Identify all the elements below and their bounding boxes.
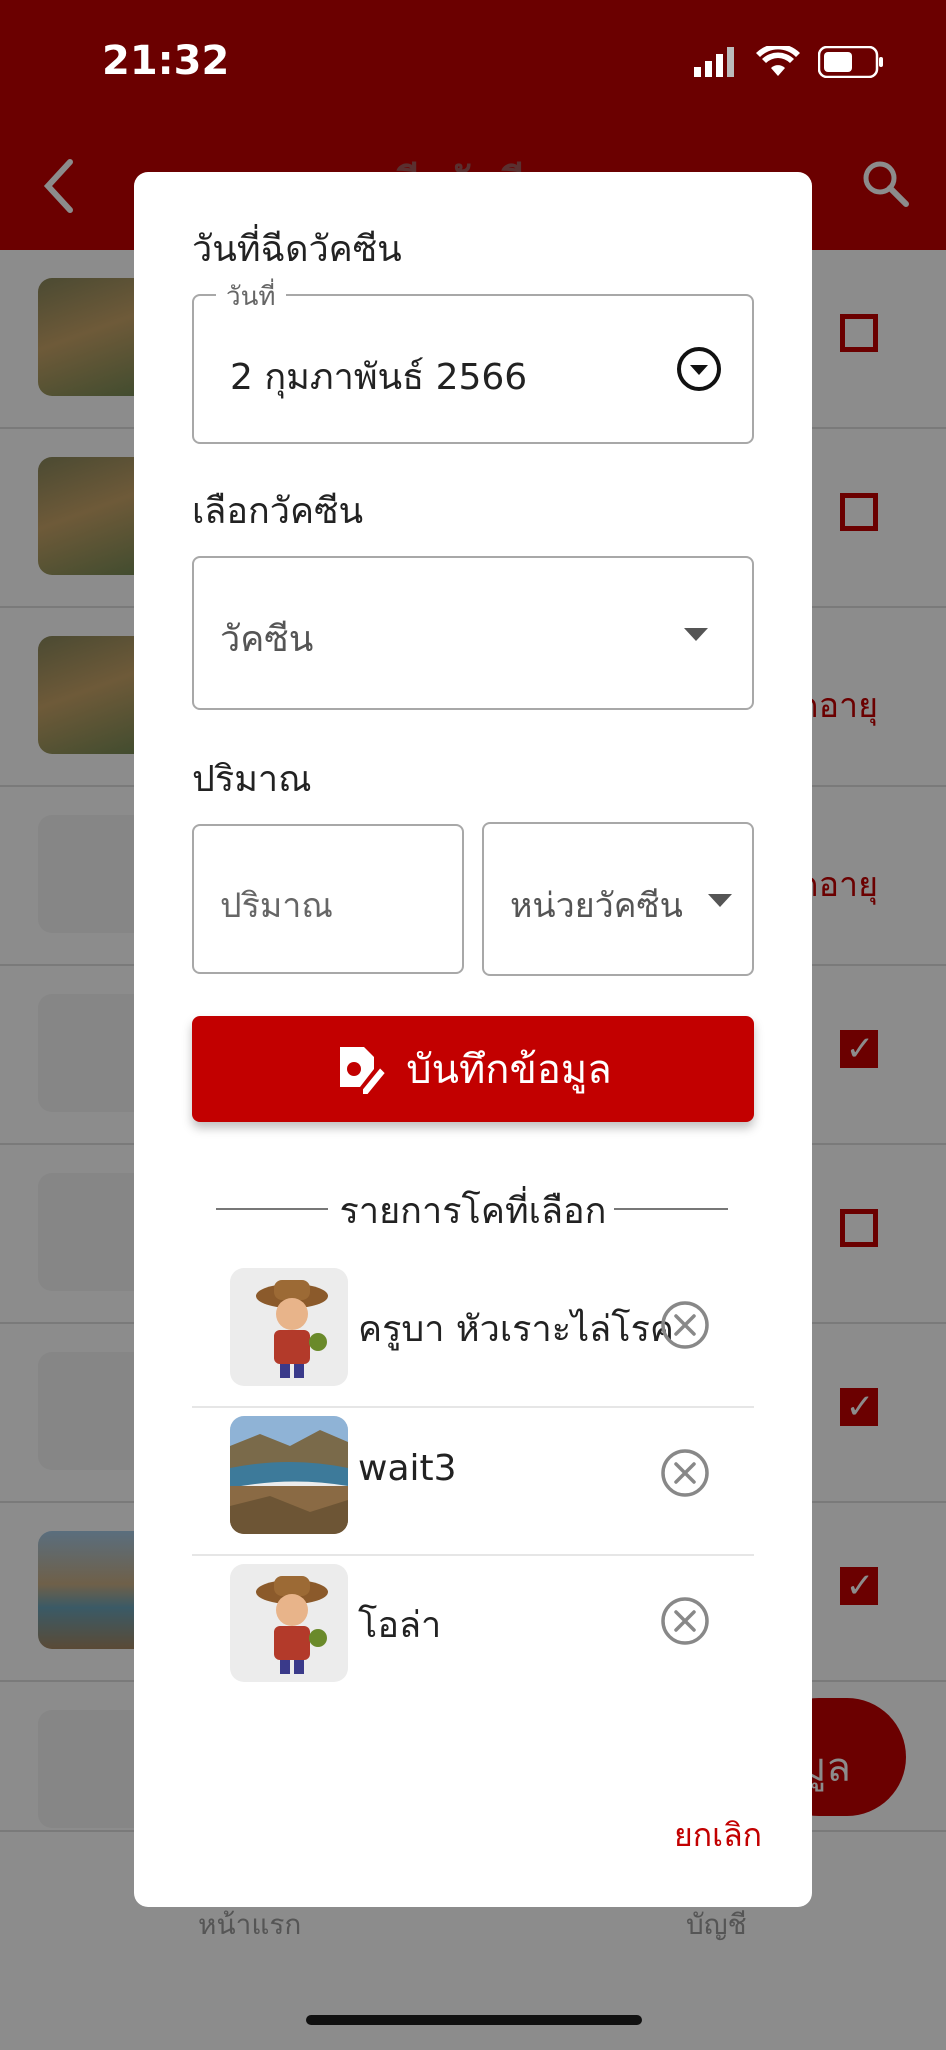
remove-circle-icon[interactable]	[660, 1448, 710, 1498]
date-field[interactable]: วันที่ 2 กุมภาพันธ์ 2566	[192, 276, 754, 444]
date-field-legend: วันที่	[216, 276, 286, 317]
dropdown-caret-icon	[708, 894, 732, 907]
selected-cow-name: ครูบา หัวเราะไล่โรค	[358, 1309, 674, 1350]
home-indicator	[306, 2015, 642, 2025]
mascot-thumbnail	[230, 1564, 348, 1682]
wifi-icon	[756, 46, 800, 76]
nav-account[interactable]: บัญชี	[686, 1903, 747, 1947]
save-button[interactable]: บันทึกข้อมูล	[192, 1016, 754, 1122]
date-section-label: วันที่ฉีดวัคซีน	[192, 229, 402, 270]
selected-cow-item: โอล่า	[192, 1554, 754, 1702]
farmer-mascot-icon	[256, 1280, 328, 1378]
chevron-down-circle-icon[interactable]	[676, 346, 722, 392]
vaccine-placeholder: วัคซีน	[220, 619, 314, 660]
signal-icon	[694, 47, 734, 77]
vaccine-section-label: เลือกวัคซีน	[192, 491, 364, 532]
date-value: 2 กุมภาพันธ์ 2566	[230, 357, 528, 398]
landscape-photo	[230, 1416, 348, 1534]
unit-placeholder: หน่วยวัคซีน	[510, 886, 683, 926]
remove-circle-icon[interactable]	[660, 1300, 710, 1350]
selected-cow-name: wait3	[358, 1448, 457, 1489]
mascot-thumbnail	[230, 1268, 348, 1386]
save-button-label: บันทึกข้อมูล	[406, 1047, 612, 1093]
battery-icon	[818, 46, 883, 78]
unit-select[interactable]: หน่วยวัคซีน	[482, 822, 754, 976]
row-checkbox[interactable]	[840, 314, 878, 352]
nav-home[interactable]: หน้าแรก	[198, 1903, 301, 1947]
row-checkbox[interactable]	[840, 1029, 878, 1069]
selected-cow-item: wait3	[192, 1406, 754, 1556]
selected-cow-name: โอล่า	[358, 1605, 442, 1646]
dropdown-caret-icon	[684, 628, 708, 641]
search-icon[interactable]	[860, 158, 910, 208]
remove-circle-icon[interactable]	[660, 1596, 710, 1646]
lake-photo	[230, 1416, 348, 1534]
amount-section-label: ปริมาณ	[192, 759, 312, 800]
selected-list-title: รายการโคที่เลือก	[339, 1191, 607, 1232]
status-icons	[694, 46, 884, 78]
amount-placeholder: ปริมาณ	[220, 886, 333, 926]
cancel-button[interactable]: ยกเลิก	[674, 1810, 762, 1861]
amount-input[interactable]: ปริมาณ	[192, 824, 464, 974]
farmer-mascot-icon	[256, 1576, 328, 1674]
row-checkbox[interactable]	[840, 1209, 878, 1247]
row-checkbox[interactable]	[840, 1566, 878, 1606]
selected-cow-item: ครูบา หัวเราะไล่โรค	[192, 1258, 754, 1408]
vaccination-dialog: วันที่ฉีดวัคซีน วันที่ 2 กุมภาพันธ์ 2566…	[134, 172, 812, 1907]
divider-right	[614, 1208, 728, 1210]
status-time: 21:32	[102, 38, 230, 84]
document-edit-icon	[340, 1047, 387, 1095]
row-checkbox[interactable]	[840, 493, 878, 531]
vaccine-select[interactable]: วัคซีน	[192, 556, 754, 710]
row-checkbox[interactable]	[840, 1387, 878, 1427]
